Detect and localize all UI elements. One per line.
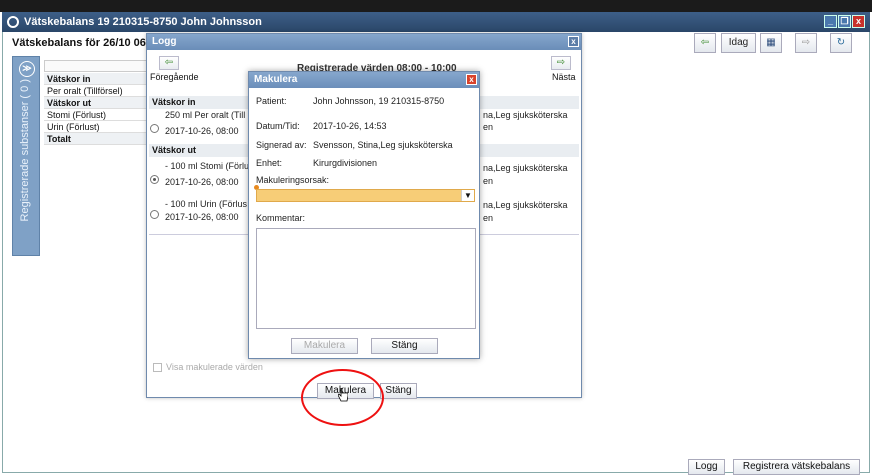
show-voided-checkbox[interactable]	[153, 363, 162, 372]
expand-tab-icon[interactable]: ≫	[19, 61, 35, 77]
next-day-button[interactable]: ⇨	[795, 33, 817, 53]
makulera-dialog-titlebar: Makulera x	[249, 72, 479, 88]
entry-radio[interactable]	[150, 210, 159, 219]
unit-value: Kirurgdivisionen	[313, 158, 378, 168]
refresh-icon[interactable]: ↻	[830, 33, 852, 53]
hand-cursor-icon	[338, 388, 348, 402]
entry-datetime: 2017-10-26, 08:00	[165, 126, 239, 136]
fluid-table-row: Stomi (Förlust)	[44, 109, 149, 121]
logg-stang-button[interactable]: Stäng	[380, 383, 417, 399]
dropdown-arrow-icon[interactable]: ▼	[461, 190, 474, 201]
calendar-icon[interactable]: ▦	[760, 33, 782, 53]
comment-label: Kommentar:	[256, 213, 306, 223]
logg-dialog-titlebar: Logg x	[147, 34, 581, 50]
signed-by-label: Signerad av:	[256, 140, 307, 150]
entry-unit: en	[483, 176, 494, 186]
previous-day-button[interactable]: ⇦	[694, 33, 716, 53]
logg-close-icon[interactable]: x	[568, 36, 579, 47]
screen-top-bar	[0, 0, 872, 12]
patient-label: Patient:	[256, 96, 287, 106]
comment-textarea[interactable]	[256, 228, 476, 329]
minimize-button[interactable]: _	[824, 15, 837, 28]
fluid-table-row: Urin (Förlust)	[44, 121, 149, 133]
entry-unit: en	[483, 213, 494, 223]
datetime-value: 2017-10-26, 14:53	[313, 121, 387, 131]
show-voided-label: Visa makulerade värden	[166, 362, 263, 372]
entry-signer: na,Leg sjuksköterska	[483, 200, 568, 210]
entry-datetime: 2017-10-26, 08:00	[165, 177, 239, 187]
page-subheader: Vätskebalans för 26/10 06:	[12, 37, 150, 49]
left-table-header-blank	[44, 60, 149, 72]
previous-arrow-icon[interactable]: ⇦	[159, 56, 179, 70]
reason-label: Makuleringsorsak:	[256, 175, 330, 185]
next-arrow-icon[interactable]: ⇨	[551, 56, 571, 70]
unit-label: Enhet:	[256, 158, 283, 168]
entry-amount: 250 ml Per oralt (Till	[165, 110, 246, 120]
makulera-dialog-title: Makulera	[254, 74, 298, 85]
fluid-table-row: Totalt	[44, 133, 149, 145]
makulera-dialog: Makulera x Patient: John Johnsson, 19 21…	[248, 71, 480, 359]
entry-amount: - 100 ml Urin (Förlus	[165, 199, 248, 209]
datetime-label: Datum/Tid:	[256, 121, 300, 131]
entry-unit: en	[483, 122, 494, 132]
logg-dialog-title: Logg	[152, 36, 177, 47]
registered-substances-tab[interactable]: ≫ Registrerade substanser ( 0 )	[12, 56, 40, 256]
signed-by-value: Svensson, Stina,Leg sjuksköterska	[313, 140, 453, 150]
previous-label[interactable]: Föregående	[150, 72, 199, 82]
entry-radio-selected[interactable]	[150, 175, 159, 184]
entry-signer: na,Leg sjuksköterska	[483, 110, 568, 120]
reason-dropdown[interactable]: ▼	[256, 189, 475, 202]
entry-amount: - 100 ml Stomi (Förlu	[165, 161, 250, 171]
app-logo-icon	[7, 16, 19, 28]
close-window-button[interactable]: x	[852, 15, 865, 28]
next-label[interactable]: Nästa	[552, 72, 576, 82]
window-titlebar: Vätskebalans 19 210315-8750 John Johnsso…	[2, 12, 870, 32]
entry-signer: na,Leg sjuksköterska	[483, 163, 568, 173]
registered-substances-label: Registrerade substanser ( 0 )	[19, 79, 31, 222]
today-button[interactable]: Idag	[721, 33, 756, 53]
makulera-confirm-button[interactable]: Makulera	[291, 338, 358, 354]
fluid-table-row: Vätskor ut	[44, 97, 149, 109]
makulera-close-icon[interactable]: x	[466, 74, 477, 85]
fluid-table-row: Per oralt (Tillförsel)	[44, 85, 149, 97]
makulera-stang-button[interactable]: Stäng	[371, 338, 438, 354]
maximize-button[interactable]: ❐	[838, 15, 851, 28]
patient-value: John Johnsson, 19 210315-8750	[313, 96, 445, 106]
entry-radio[interactable]	[150, 124, 159, 133]
fluid-table-row: Vätskor in	[44, 73, 149, 85]
window-title: Vätskebalans 19 210315-8750 John Johnsso…	[24, 16, 262, 28]
entry-datetime: 2017-10-26, 08:00	[165, 212, 239, 222]
